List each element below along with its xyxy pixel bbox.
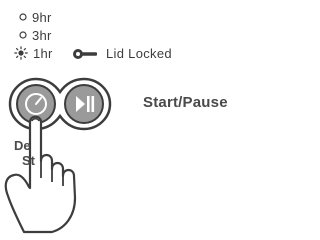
hand-pointer-illustration bbox=[4, 115, 77, 234]
control-panel-illustration bbox=[4, 77, 112, 234]
start-pause-label: Start/Pause bbox=[143, 94, 228, 111]
delay-start-label-line1: De bbox=[14, 138, 31, 153]
delay-start-label-line2: St bbox=[22, 153, 35, 168]
start-pause-button[interactable] bbox=[64, 84, 104, 124]
